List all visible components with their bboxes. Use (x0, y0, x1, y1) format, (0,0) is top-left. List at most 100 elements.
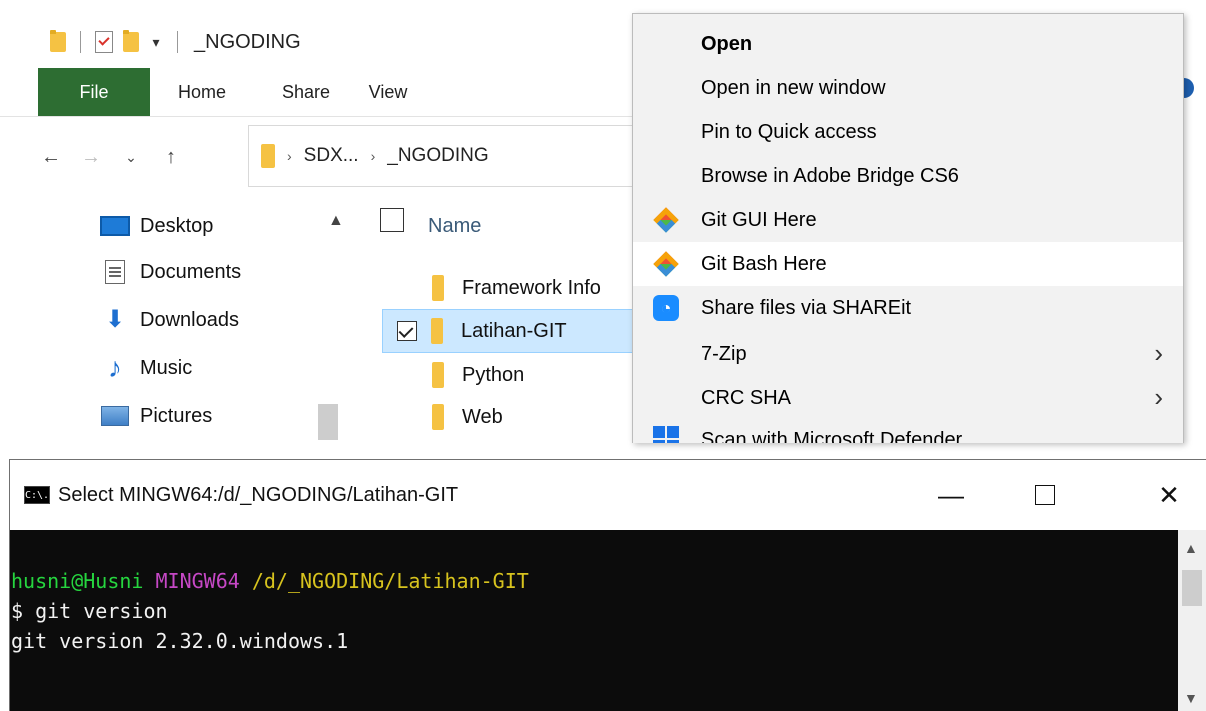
menu-item-label: Pin to Quick access (701, 120, 877, 143)
scroll-down-icon[interactable]: ▼ (1184, 690, 1198, 706)
sidebar-item-label: Music (140, 356, 193, 379)
folder-icon (432, 275, 444, 301)
git-bash-icon (653, 251, 679, 277)
git-bash-terminal-window: C:\. Select MINGW64:/d/_NGODING/Latihan-… (9, 459, 1206, 711)
menu-item-crc-sha[interactable]: CRC SHA › (633, 376, 1183, 420)
minimize-button[interactable]: — (916, 460, 986, 530)
scroll-up-icon[interactable]: ▲ (1184, 540, 1198, 556)
menu-item-open[interactable]: Open (633, 22, 1183, 66)
breadcrumb-item[interactable]: _NGODING (387, 145, 488, 167)
sidebar-item-pictures[interactable]: Pictures (100, 394, 212, 438)
submenu-chevron-icon: › (1154, 382, 1163, 412)
menu-item-label: CRC SHA (701, 386, 792, 409)
menu-item-git-bash[interactable]: Git Bash Here (633, 242, 1183, 286)
menu-item-pin-quick-access[interactable]: Pin to Quick access (633, 110, 1183, 154)
tab-view[interactable]: View (358, 68, 418, 116)
breadcrumb-item[interactable]: SDX... (304, 145, 359, 167)
tab-file[interactable]: File (38, 68, 150, 116)
menu-item-label: Browse in Adobe Bridge CS6 (701, 164, 959, 187)
close-button[interactable]: ✕ (1134, 460, 1204, 530)
item-checkbox[interactable] (397, 321, 417, 341)
menu-item-label: Open (701, 32, 753, 55)
up-arrow-icon[interactable]: ↑ (160, 146, 182, 169)
context-menu: Open Open in new window Pin to Quick acc… (632, 13, 1184, 443)
list-item[interactable]: Framework Info (382, 266, 642, 310)
menu-item-label: Git GUI Here (701, 208, 817, 231)
menu-item-label: 7-Zip (701, 342, 747, 365)
sidebar-item-label: Documents (140, 260, 242, 283)
sidebar-item-documents[interactable]: Documents (100, 250, 241, 294)
menu-item-label: Open in new window (701, 76, 886, 99)
command-output: git version 2.32.0.windows.1 (11, 629, 349, 653)
forward-arrow-icon[interactable]: → (80, 146, 102, 169)
tab-share[interactable]: Share (254, 68, 358, 116)
pictures-icon (100, 405, 130, 427)
navigation-buttons: ← → ⌄ ↑ (40, 128, 182, 186)
properties-icon[interactable] (95, 31, 113, 53)
help-icon[interactable] (1184, 78, 1194, 98)
git-gui-icon (653, 207, 679, 233)
prompt-user: husni@Husni (11, 569, 144, 593)
tab-home[interactable]: Home (150, 68, 254, 116)
menu-item-shareit[interactable]: ◔ Share files via SHAREit (633, 286, 1183, 330)
desktop-icon (100, 215, 130, 237)
menu-item-adobe-bridge[interactable]: Browse in Adobe Bridge CS6 (633, 154, 1183, 198)
prompt-path: /d/_NGODING/Latihan-GIT (251, 569, 529, 593)
breadcrumb-separator-icon[interactable]: › (287, 148, 292, 164)
downloads-icon: ⬇ (104, 306, 126, 333)
folder-icon[interactable] (50, 30, 66, 52)
folder-icon (431, 318, 443, 344)
sidebar-item-desktop[interactable]: Desktop (100, 204, 213, 248)
terminal-icon[interactable]: C:\. (24, 486, 50, 504)
sidebar-scrollbar-thumb[interactable] (318, 404, 338, 440)
sidebar-item-label: Downloads (140, 308, 239, 331)
terminal-title: Select MINGW64:/d/_NGODING/Latihan-GIT (58, 483, 459, 506)
ribbon-tabs: File Home Share View (38, 68, 418, 116)
list-item[interactable]: Web (382, 395, 642, 439)
sidebar-item-label: Desktop (140, 214, 214, 237)
maximize-icon (1035, 485, 1055, 505)
folder-icon (261, 144, 275, 168)
list-item[interactable]: Python (382, 353, 642, 397)
menu-item-open-new-window[interactable]: Open in new window (633, 66, 1183, 110)
menu-item-defender-scan[interactable]: Scan with Microsoft Defender (633, 418, 1183, 443)
defender-icon (653, 426, 679, 443)
sidebar-item-downloads[interactable]: ⬇ Downloads (100, 298, 239, 342)
menu-item-7zip[interactable]: 7-Zip › (633, 332, 1183, 376)
customize-toolbar-dropdown[interactable]: ▾ (149, 34, 163, 51)
file-name: Latihan-GIT (461, 319, 567, 342)
prompt-env: MINGW64 (155, 569, 240, 593)
select-all-checkbox[interactable] (380, 208, 404, 232)
scrollbar-thumb[interactable] (1182, 570, 1202, 606)
menu-item-git-gui[interactable]: Git GUI Here (633, 198, 1183, 242)
list-item-selected[interactable]: Latihan-GIT (382, 309, 642, 353)
file-name: Python (462, 363, 525, 386)
maximize-button[interactable] (1010, 460, 1080, 530)
terminal-title-bar[interactable]: C:\. Select MINGW64:/d/_NGODING/Latihan-… (10, 460, 1206, 530)
terminal-scrollbar[interactable]: ▲ ▼ (1178, 530, 1206, 711)
file-name: Framework Info (462, 276, 601, 299)
terminal-output[interactable]: husni@Husni MINGW64 /d/_NGODING/Latihan-… (10, 530, 1178, 711)
back-arrow-icon[interactable]: ← (40, 146, 62, 169)
folder-icon (432, 404, 444, 430)
window-edge (1184, 0, 1206, 440)
menu-item-label: Git Bash Here (701, 252, 827, 275)
divider (80, 31, 81, 53)
music-icon: ♪ (108, 352, 122, 383)
new-folder-icon[interactable] (123, 30, 139, 52)
menu-item-label: Scan with Microsoft Defender (701, 428, 963, 444)
window-title: _NGODING (194, 30, 301, 53)
sidebar-item-music[interactable]: ♪ Music (100, 346, 192, 390)
quick-access-toolbar: ▾ _NGODING (50, 22, 301, 62)
divider (177, 31, 178, 53)
file-name: Web (462, 405, 503, 428)
documents-icon (100, 260, 130, 284)
command-line: $ git version (11, 599, 168, 623)
breadcrumb-separator-icon[interactable]: › (371, 148, 376, 164)
menu-item-label: Share files via SHAREit (701, 296, 912, 319)
folder-icon (432, 362, 444, 388)
recent-locations-chevron-icon[interactable]: ⌄ (120, 149, 142, 166)
scroll-up-icon[interactable]: ▲ (328, 212, 344, 230)
name-column-header[interactable]: Name (428, 215, 481, 238)
sidebar-item-label: Pictures (140, 404, 213, 427)
